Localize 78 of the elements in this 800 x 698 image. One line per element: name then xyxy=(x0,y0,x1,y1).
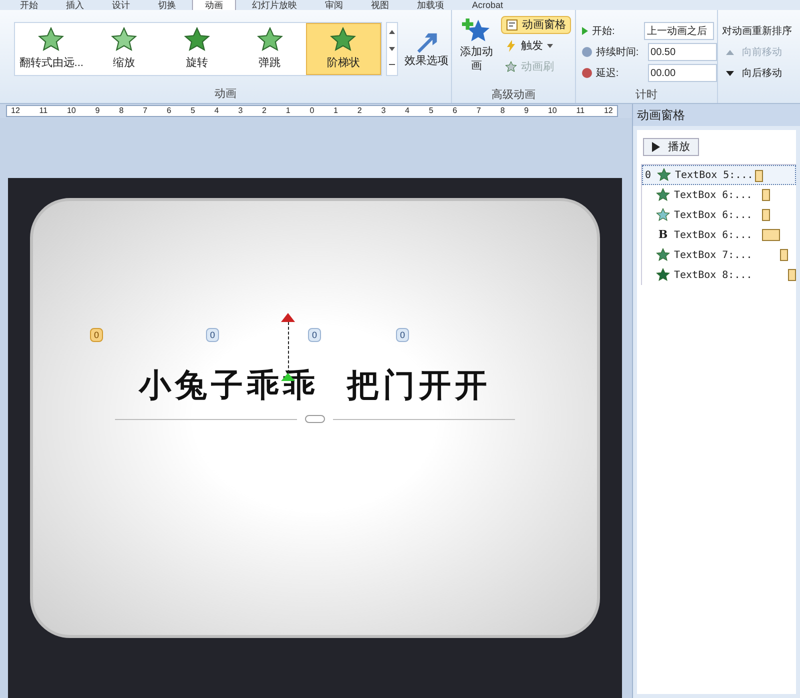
star-icon xyxy=(111,26,138,53)
add-animation-button[interactable]: 添加动画 xyxy=(456,16,497,86)
ribbon-tab[interactable]: 加载项 xyxy=(405,0,456,10)
star-icon xyxy=(505,61,517,73)
animation-tag[interactable]: 0 xyxy=(396,328,410,342)
lightning-icon xyxy=(505,40,517,52)
animation-pane-button[interactable]: 动画窗格 xyxy=(501,16,571,34)
group-label: 高级动画 xyxy=(490,88,536,102)
animation-list-item[interactable]: B TextBox 6:... xyxy=(642,225,796,245)
ribbon-tab[interactable]: 视图 xyxy=(359,0,401,10)
item-number: 0 xyxy=(645,168,652,182)
ribbon-tab[interactable]: 审阅 xyxy=(313,0,355,10)
ribbon-tab[interactable]: 动画 xyxy=(192,0,236,10)
star-icon xyxy=(656,208,670,222)
triangle-icon xyxy=(726,50,734,55)
animation-list-item[interactable]: TextBox 7:... xyxy=(642,245,796,265)
animation-effect[interactable]: 弹跳 xyxy=(233,23,306,75)
item-label: TextBox 6:... xyxy=(674,188,752,202)
triangle-icon xyxy=(726,71,734,76)
star-icon xyxy=(656,268,670,282)
group-label: 计时 xyxy=(634,88,658,102)
timing-bar xyxy=(762,229,780,241)
star-icon xyxy=(657,168,671,182)
ribbon-tab[interactable]: Acrobat xyxy=(460,0,516,10)
play-button[interactable]: 播放 xyxy=(643,138,699,156)
pane-icon xyxy=(506,19,518,31)
star-icon xyxy=(656,188,670,202)
dropdown[interactable]: 上一动画之后 xyxy=(644,22,714,40)
field-label: 持续时间: xyxy=(596,46,640,60)
ribbon-tab[interactable]: 插入 xyxy=(54,0,96,10)
animation-effect[interactable]: 阶梯状 xyxy=(306,23,381,75)
group-label: 动画 xyxy=(214,87,238,102)
animation-list-item[interactable]: TextBox 6:... xyxy=(642,185,796,205)
item-label: TextBox 5:... xyxy=(675,168,754,182)
timing-bar xyxy=(780,249,788,261)
spin-box[interactable]: 00.50 xyxy=(648,43,717,61)
item-label: TextBox 6:... xyxy=(674,208,752,222)
ruler: 12 11 10 9 8 7 6 5 4 3 2 1 0 1 2 3 4 5 6 7 8 9 10 11 12 xyxy=(6,105,618,117)
star-icon xyxy=(330,26,356,53)
animation-list-item[interactable]: TextBox 6:... xyxy=(642,205,796,225)
scroll-down-icon[interactable] xyxy=(388,46,395,50)
star-icon xyxy=(656,248,670,262)
item-label: TextBox 6:... xyxy=(674,228,752,242)
animation-tag[interactable]: 0 xyxy=(308,328,322,342)
animation-effect[interactable]: 翻转式由远... xyxy=(15,23,88,75)
effect-options-button[interactable]: 效果选项 xyxy=(402,29,452,69)
animation-tag[interactable]: 0 xyxy=(90,328,104,342)
bold-letter-icon: B xyxy=(656,226,670,244)
star-icon xyxy=(38,26,64,53)
timing-bar xyxy=(755,170,763,182)
animation-list-item[interactable]: TextBox 8:... xyxy=(642,265,796,285)
animation-effect[interactable]: 缩放 xyxy=(88,23,160,75)
slide-title: 把门开开 xyxy=(347,365,491,406)
spin-box[interactable]: 00.00 xyxy=(648,64,717,82)
play-icon xyxy=(652,142,660,152)
timing-bar xyxy=(762,209,770,221)
pane-title: 动画窗格 xyxy=(633,104,800,126)
group-title: 对动画重新排序 xyxy=(722,24,792,39)
field-label: 开始: xyxy=(592,24,616,38)
ribbon-tab[interactable]: 开始 xyxy=(8,0,50,10)
animation-tag[interactable]: 0 xyxy=(206,328,220,342)
caret-icon xyxy=(547,44,553,48)
item-label: TextBox 7:... xyxy=(674,248,752,262)
ribbon-tab[interactable]: 幻灯片放映 xyxy=(240,0,309,10)
star-icon xyxy=(256,26,283,53)
play-icon xyxy=(582,27,588,35)
timing-bar xyxy=(788,269,796,281)
ribbon-tab[interactable]: 设计 xyxy=(100,0,142,10)
trigger-button[interactable]: 触发 xyxy=(501,37,571,55)
animation-effect[interactable]: 旋转 xyxy=(160,23,234,75)
move-later-button[interactable]: 向后移动 xyxy=(722,66,792,81)
scroll-up-icon[interactable] xyxy=(388,30,395,34)
star-icon xyxy=(184,26,210,53)
field-label: 延迟: xyxy=(596,66,620,80)
timing-bar xyxy=(762,189,770,201)
item-label: TextBox 8:... xyxy=(674,268,752,282)
ribbon-tab[interactable]: 切换 xyxy=(146,0,188,10)
animation-list-item[interactable]: 0 TextBox 5:... xyxy=(642,165,796,185)
